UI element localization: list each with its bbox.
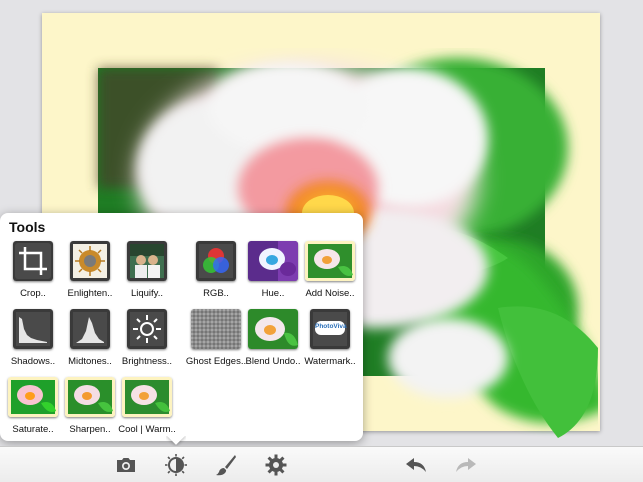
add-noise-icon <box>305 241 355 281</box>
brightness-icon <box>127 309 167 349</box>
bottom-toolbar <box>0 446 643 482</box>
tool-label: Brightness.. <box>121 356 173 367</box>
tool-cool-warm[interactable]: Cool | Warm.. <box>117 377 177 435</box>
tool-label: Liquify.. <box>130 288 164 299</box>
tool-liquify[interactable]: Liquify.. <box>117 241 177 299</box>
tool-watermark[interactable]: PhotoViva Watermark.. <box>300 309 360 367</box>
rgb-icon <box>196 241 236 281</box>
shadows-histogram-icon <box>13 309 53 349</box>
liquify-icon <box>127 241 167 281</box>
redo-icon[interactable] <box>454 453 478 477</box>
blend-undo-icon <box>248 309 298 349</box>
watermark-icon: PhotoViva <box>310 309 350 349</box>
tool-brightness[interactable]: Brightness.. <box>117 309 177 367</box>
ghost-edges-icon <box>191 309 241 349</box>
crop-icon <box>13 241 53 281</box>
cool-warm-icon <box>122 377 172 417</box>
gear-icon[interactable] <box>264 453 288 477</box>
tool-add-noise[interactable]: Add Noise.. <box>300 241 360 299</box>
tool-label: Watermark.. <box>304 356 356 367</box>
saturate-icon <box>8 377 58 417</box>
hue-icon <box>248 241 298 281</box>
sharpen-icon <box>65 377 115 417</box>
tool-label: Add Noise.. <box>305 288 355 299</box>
brush-icon[interactable] <box>214 453 238 477</box>
adjust-icon[interactable] <box>164 453 188 477</box>
tools-title: Tools <box>9 219 46 235</box>
camera-icon[interactable] <box>114 453 138 477</box>
midtones-histogram-icon <box>70 309 110 349</box>
enlighten-icon <box>70 241 110 281</box>
watermark-logo-text: PhotoViva <box>315 323 347 330</box>
undo-icon[interactable] <box>404 453 428 477</box>
tools-popover: Tools Crop.. Enlighten.. Liquify.. RGB..… <box>0 213 363 441</box>
tool-label: Cool | Warm.. <box>118 424 176 435</box>
